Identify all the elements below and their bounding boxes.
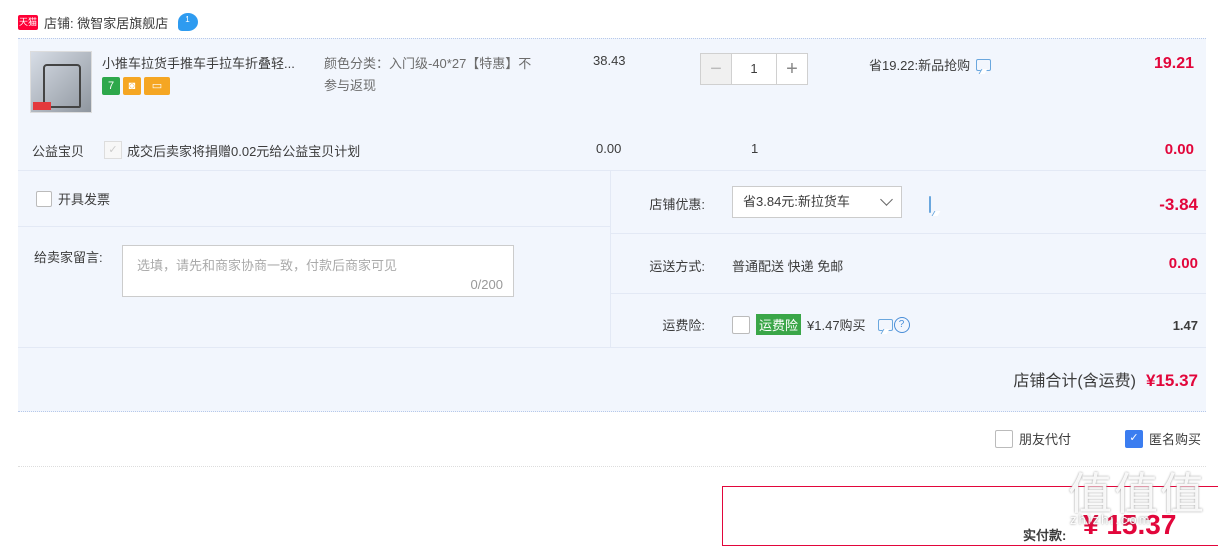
message-textarea[interactable]: 选填，请先和商家协商一致，付款后商家可见 0/200 [122,245,514,297]
discount-amount: -3.84 [1159,195,1198,214]
decrease-quantity-button[interactable]: − [700,53,732,85]
invoice-option[interactable]: 开具发票 [36,189,110,208]
charity-text: 成交后卖家将捐赠0.02元给公益宝贝计划 [127,144,361,159]
shipping-label: 运送方式: [649,259,705,274]
discount-label: 店铺优惠: [649,197,705,212]
unit-price: 38.43 [593,53,626,68]
increase-quantity-button[interactable]: + [776,53,808,85]
store-discount-select[interactable]: 省3.84元:新拉货车 [732,186,902,218]
product-sku-attr: 颜色分类：入门级-40*27【特惠】不参与返现 [324,56,532,93]
help-icon[interactable]: ? [893,316,910,333]
comment-icon[interactable] [877,318,893,331]
credit-card-icon[interactable]: ▭ [144,77,170,95]
quantity-stepper: − 1 + [700,53,808,85]
message-placeholder: 选填，请先和商家协商一致，付款后商家可见 [137,258,398,273]
item-area: 小推车拉货手推车手拉车折叠轻... 7 ◙ ▭ 颜色分类：入门级-40*27【特… [18,38,1206,171]
insurance-amount: 1.47 [1172,318,1198,333]
quantity-input[interactable]: 1 [732,53,776,85]
friend-pay-checkbox[interactable] [995,429,1013,448]
shipping-amount: 0.00 [1168,255,1198,272]
charity-total: 0.00 [1164,141,1194,158]
invoice-checkbox[interactable] [36,190,52,207]
store-total-label: 店铺合计(含运费) [1013,373,1136,390]
item-promotion: 省19.22:新品抢购 [869,55,992,74]
store-name[interactable]: 店铺: 微智家居旗舰店 [44,13,168,32]
message-char-count: 0/200 [470,277,503,292]
anonymous-option[interactable]: ✓ 匿名购买 [1125,429,1201,448]
insurance-price: ¥1.47购买 [807,318,866,333]
guarantee-icon[interactable]: ◙ [123,77,141,95]
store-total: 店铺合计(含运费) ¥15.37 [1013,367,1198,391]
message-label: 给卖家留言: [34,250,103,265]
friend-pay-option[interactable]: 朋友代付 [995,429,1071,448]
charity-checkbox: ✓ [104,141,122,159]
order-options-panel: 开具发票 给卖家留言: 选填，请先和商家协商一致，付款后商家可见 0/200 店… [18,170,1206,412]
insurance-badge: 运费险 [756,314,802,335]
tmall-logo: 天猫 [18,14,38,30]
seven-day-return-icon[interactable]: 7 [102,77,120,95]
promotion-text: 省19.22:新品抢购 [869,58,971,73]
product-thumbnail[interactable] [30,51,92,113]
charity-label: 公益宝贝 [32,144,85,159]
store-total-amount: ¥15.37 [1146,371,1198,390]
pay-label: 实付款: [1023,528,1067,543]
chevron-down-icon [880,193,893,206]
anonymous-checkbox[interactable]: ✓ [1125,429,1143,448]
friend-pay-label: 朋友代付 [1019,432,1072,447]
comment-icon[interactable] [976,58,992,71]
item-subtotal: 19.21 [1153,55,1194,72]
insurance-label: 运费险: [662,318,705,333]
anonymous-label: 匿名购买 [1149,432,1202,447]
product-title-link[interactable]: 小推车拉货手推车手拉车折叠轻... [102,53,322,72]
charity-qty: 1 [751,141,759,156]
discount-selected: 省3.84元:新拉货车 [743,194,850,209]
charity-price: 0.00 [596,141,622,156]
invoice-label: 开具发票 [58,192,111,207]
comment-icon[interactable] [929,196,931,213]
service-icons: 7 ◙ ▭ [102,77,173,95]
shipping-insurance-option: 运费险 ¥1.47购买 ? [732,314,910,335]
wangwang-chat-icon[interactable] [178,13,199,31]
shipping-method: 普通配送 快递 免邮 [732,259,844,274]
insurance-checkbox[interactable] [732,315,750,334]
watermark-url: zhizhi.com [1070,512,1152,527]
store-header: 天猫 店铺: 微智家居旗舰店 [18,10,199,34]
